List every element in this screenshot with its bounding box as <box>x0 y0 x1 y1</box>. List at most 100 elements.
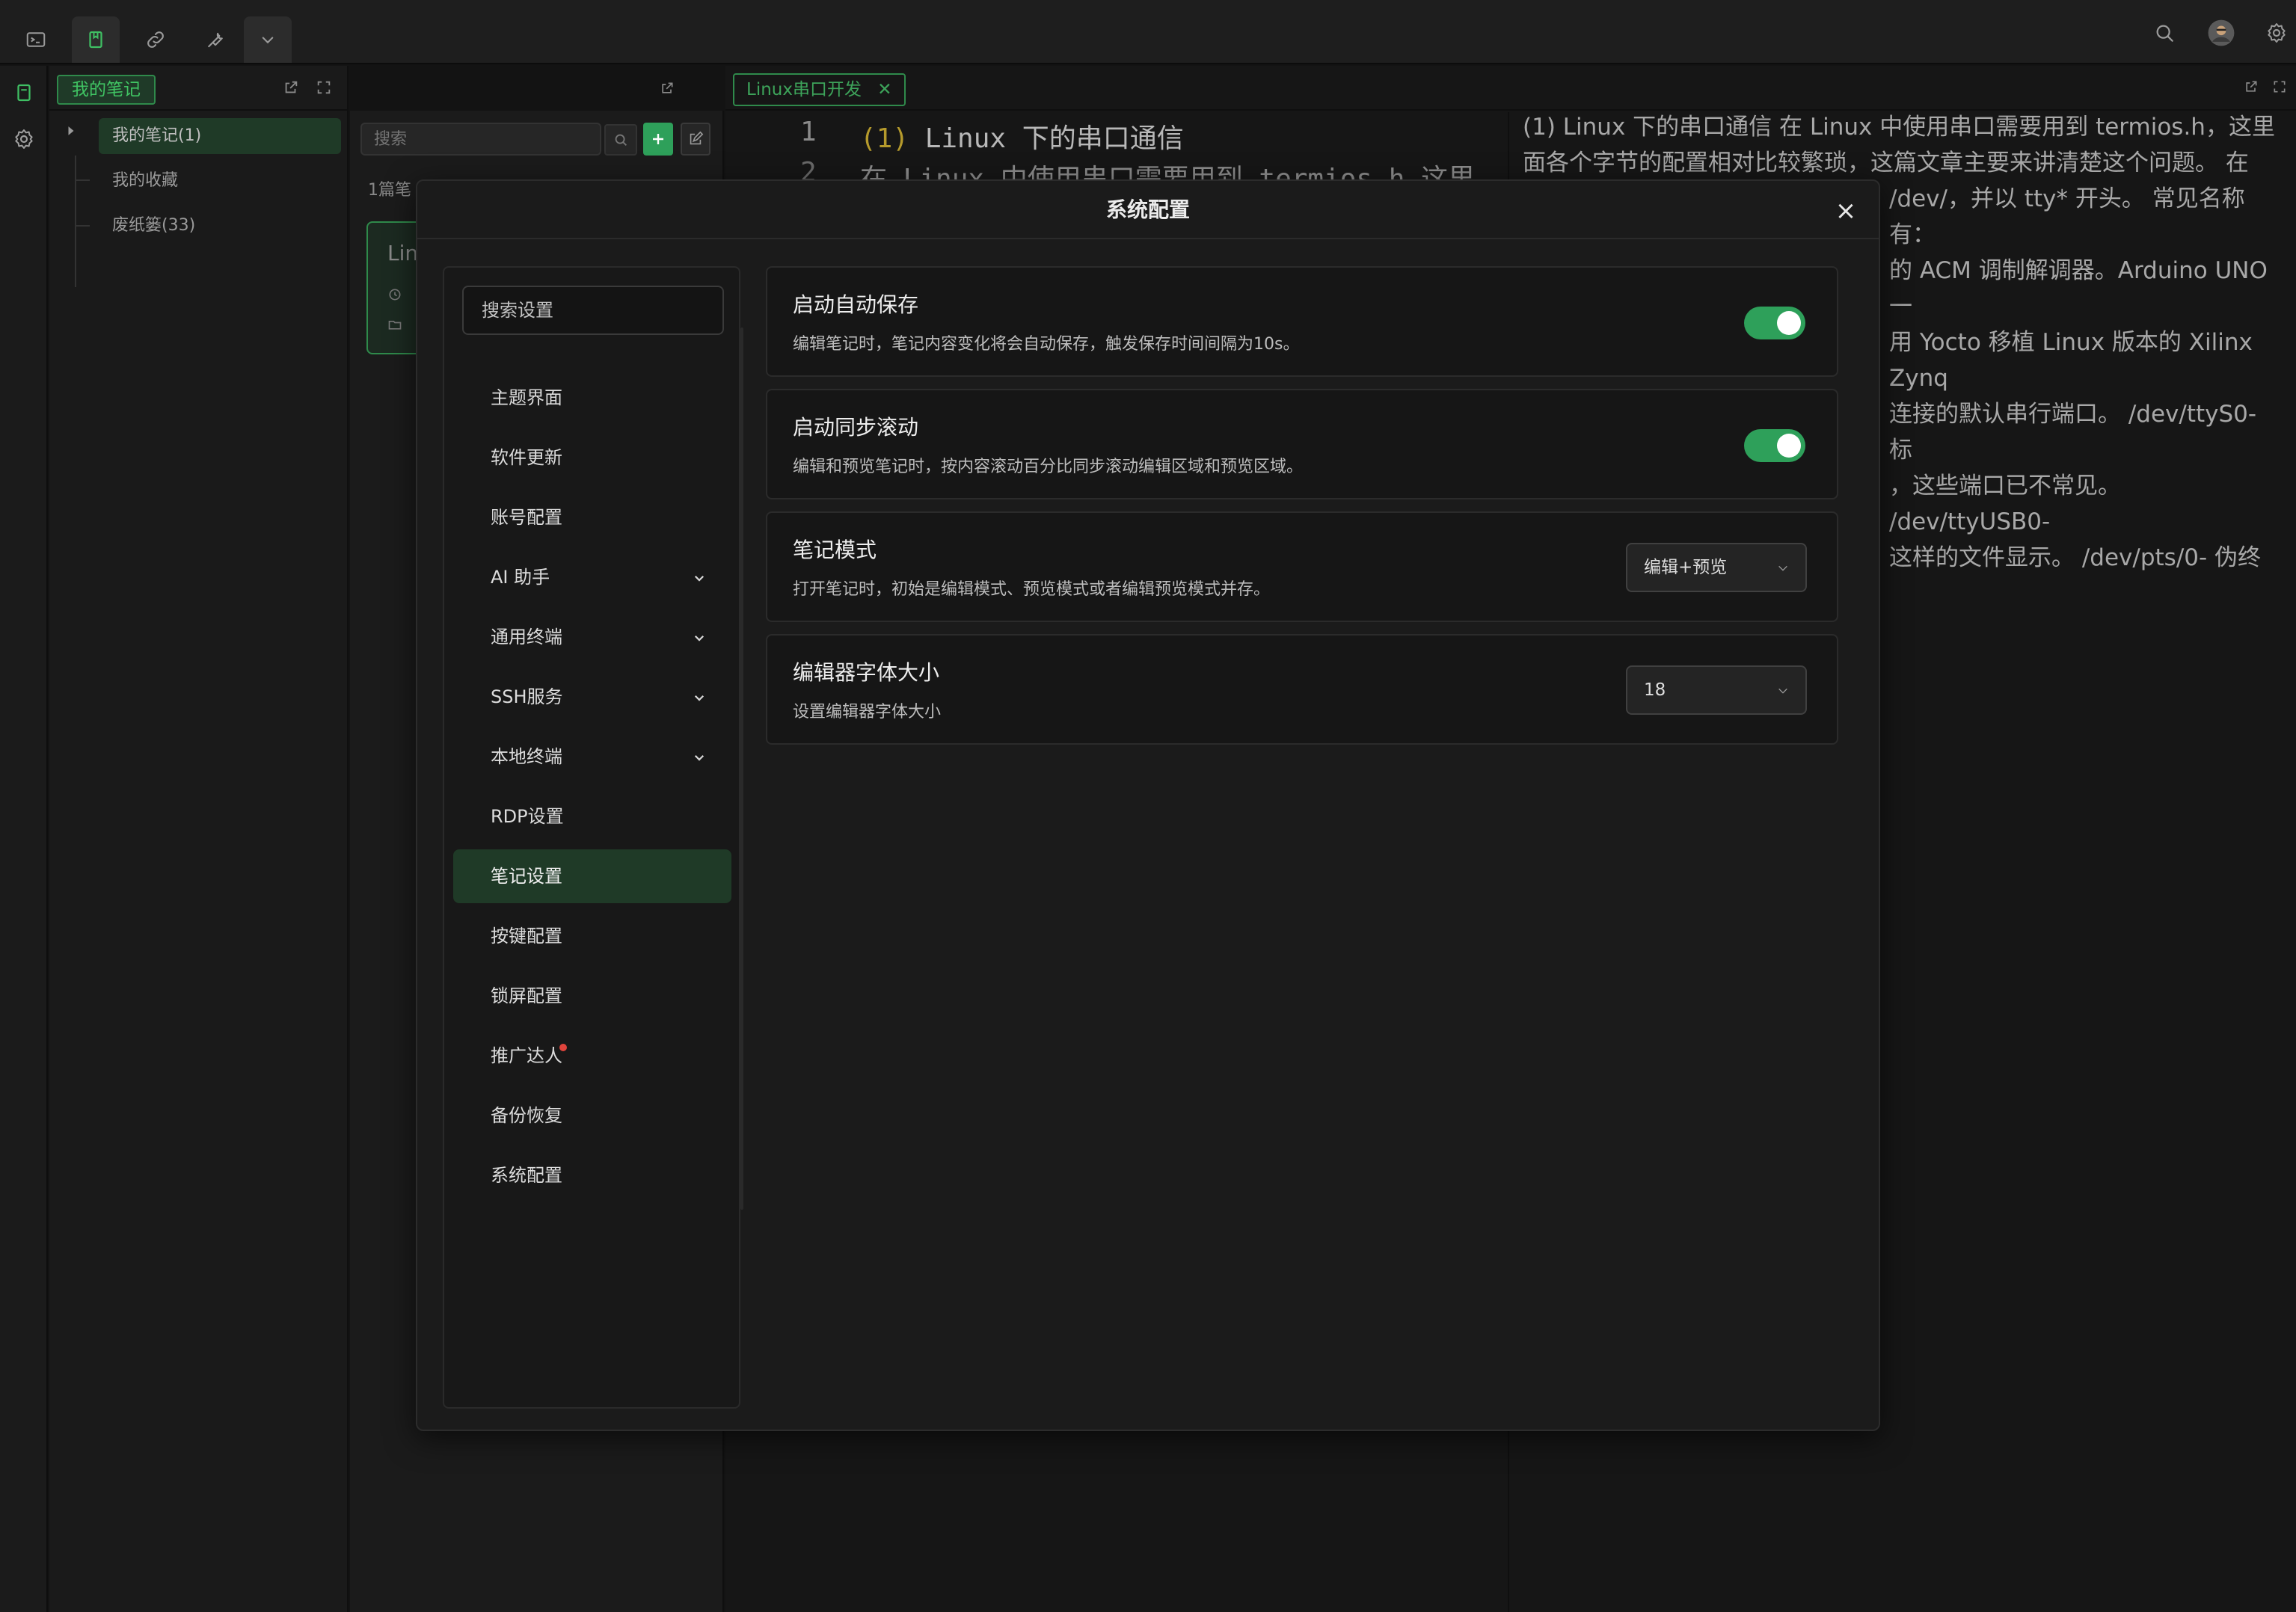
fullscreen-icon <box>317 81 331 94</box>
menu-item-label: RDP设置 <box>491 806 564 827</box>
setting-title: 编辑器字体大小 <box>793 660 940 685</box>
menu-item-update[interactable]: 软件更新 <box>453 431 731 484</box>
menu-item-label: 备份恢复 <box>491 1105 562 1126</box>
chevron-down-icon <box>262 37 274 44</box>
close-tab-icon[interactable]: ✕ <box>877 80 891 99</box>
editor-tab-bar: Linux串口开发 ✕ <box>725 66 2296 111</box>
tree-open-external-button[interactable] <box>283 79 301 97</box>
left-rail <box>0 66 48 1612</box>
terminal-icon <box>26 32 46 47</box>
gear-icon <box>15 129 33 149</box>
notification-dot <box>559 1044 567 1051</box>
menu-item-label: 软件更新 <box>491 447 562 468</box>
setting-card-font-size: 编辑器字体大小 设置编辑器字体大小 18 <box>766 634 1838 745</box>
editor-tab-label: Linux串口开发 <box>746 80 862 99</box>
note-icon <box>89 31 102 49</box>
menu-item-rdp[interactable]: RDP设置 <box>453 790 731 843</box>
tree-guide-branch <box>75 225 90 227</box>
note-mode-select[interactable]: 编辑+预览 <box>1626 543 1807 592</box>
menu-item-label: 账号配置 <box>491 507 562 528</box>
chevron-down-icon <box>1778 565 1787 571</box>
setting-title: 启动同步滚动 <box>793 415 919 440</box>
menu-item-account[interactable]: 账号配置 <box>453 490 731 544</box>
sync-scroll-toggle[interactable] <box>1744 429 1805 462</box>
avatar[interactable] <box>2206 18 2236 48</box>
avatar-icon <box>2208 19 2235 46</box>
preview-line: (1) Linux 下的串口通信 在 Linux 中使用串口需要用到 termi… <box>1523 114 2275 141</box>
setting-description: 打开笔记时，初始是编辑模式、预览模式或者编辑预览模式并存。 <box>793 580 1271 599</box>
note-search-button[interactable] <box>604 124 637 156</box>
settings-search-input[interactable] <box>462 286 724 335</box>
editor-tab[interactable]: Linux串口开发 ✕ <box>733 73 906 106</box>
more-button[interactable] <box>244 16 292 63</box>
menu-item-backup[interactable]: 备份恢复 <box>453 1089 731 1142</box>
tree-item-favorites[interactable]: 我的收藏 <box>112 163 178 199</box>
autosave-toggle[interactable] <box>1744 307 1805 339</box>
tree-title-tag[interactable]: 我的笔记 <box>57 75 156 105</box>
font-size-select[interactable]: 18 <box>1626 665 1807 715</box>
gear-icon <box>2268 23 2286 43</box>
settings-sidebar: 主题界面 软件更新 账号配置 AI 助手 通用终端 SSH服务 本地终端 RDP… <box>443 266 743 1409</box>
menu-item-label: 锁屏配置 <box>491 985 562 1006</box>
menu-item-label: 通用终端 <box>491 627 562 647</box>
menu-item-note-settings[interactable]: 笔记设置 <box>453 849 731 903</box>
editor-open-external-button[interactable] <box>2244 79 2262 97</box>
chevron-down-icon <box>694 575 705 582</box>
global-search-button[interactable] <box>2149 18 2179 48</box>
menu-item-system-config[interactable]: 系统配置 <box>453 1148 731 1202</box>
code-line-1: (1) Linux 下的串口通信 <box>860 117 1184 156</box>
top-toolbar <box>0 0 2296 64</box>
caret-right-icon <box>68 126 74 135</box>
terminal-button[interactable] <box>12 16 60 63</box>
menu-item-lockscreen[interactable]: 锁屏配置 <box>453 969 731 1023</box>
settings-button[interactable] <box>2262 18 2292 48</box>
rail-notes-button[interactable] <box>9 78 39 108</box>
tree-fullscreen-button[interactable] <box>316 79 334 97</box>
clock-icon <box>389 289 401 301</box>
menu-item-label: SSH服务 <box>491 686 563 707</box>
tools-button[interactable] <box>191 16 239 63</box>
edit-note-button[interactable] <box>681 123 710 156</box>
code-line-1-text: Linux 下的串口通信 <box>909 123 1184 154</box>
editor-fullscreen-button[interactable] <box>2272 79 2290 97</box>
menu-item-promoter[interactable]: 推广达人 <box>453 1029 731 1083</box>
tree-item-trash[interactable]: 废纸篓(33) <box>112 208 195 244</box>
menu-item-label: 推广达人 <box>491 1045 562 1066</box>
system-config-dialog: 系统配置 × 主题界面 软件更新 账号配置 AI 助手 通用终端 SSH服务 本… <box>416 179 1880 1431</box>
sidebar-scrollbar[interactable] <box>740 327 743 1210</box>
preview-line: 面各个字节的配置相对比较繁琐，这篇文章主要来讲清楚这个问题。 在 <box>1523 150 2249 176</box>
chevron-down-icon <box>694 754 705 761</box>
code-line-1-prefix: (1) <box>860 123 909 154</box>
menu-item-theme[interactable]: 主题界面 <box>453 371 731 425</box>
note-search-input[interactable] <box>360 123 601 156</box>
wrench-icon <box>208 32 223 48</box>
folder-icon <box>388 321 402 330</box>
menu-item-local-terminal[interactable]: 本地终端 <box>453 730 731 784</box>
menu-item-ai-assistant[interactable]: AI 助手 <box>453 550 731 604</box>
menu-item-general-terminal[interactable]: 通用终端 <box>453 610 731 664</box>
tree-external-button[interactable] <box>660 79 676 96</box>
link-icon <box>147 31 164 48</box>
close-dialog-button[interactable]: × <box>1831 196 1861 226</box>
chevron-down-icon <box>694 695 705 701</box>
toggle-knob <box>1777 311 1801 335</box>
search-icon <box>2156 25 2173 42</box>
links-button[interactable] <box>132 16 179 63</box>
note-icon <box>17 84 31 102</box>
setting-card-note-mode: 笔记模式 打开笔记时，初始是编辑模式、预览模式或者编辑预览模式并存。 编辑+预览 <box>766 511 1838 622</box>
setting-description: 编辑笔记时，笔记内容变化将会自动保存，触发保存时间间隔为10s。 <box>793 335 1300 354</box>
add-note-button[interactable] <box>643 123 673 156</box>
menu-item-ssh[interactable]: SSH服务 <box>453 670 731 724</box>
tree-header: 我的笔记 <box>49 66 673 111</box>
menu-item-keybindings[interactable]: 按键配置 <box>453 909 731 963</box>
menu-item-label: 笔记设置 <box>491 866 562 887</box>
tree-item-my-notes[interactable]: 我的笔记(1) <box>99 118 341 154</box>
chevron-down-icon <box>694 635 705 642</box>
tree-expand-toggle[interactable] <box>66 126 76 136</box>
edit-icon <box>690 131 704 145</box>
setting-title: 笔记模式 <box>793 538 877 562</box>
notes-button[interactable] <box>72 16 120 63</box>
tree-guide-branch <box>75 179 90 181</box>
menu-item-label: 系统配置 <box>491 1165 562 1186</box>
rail-settings-button[interactable] <box>9 124 39 154</box>
